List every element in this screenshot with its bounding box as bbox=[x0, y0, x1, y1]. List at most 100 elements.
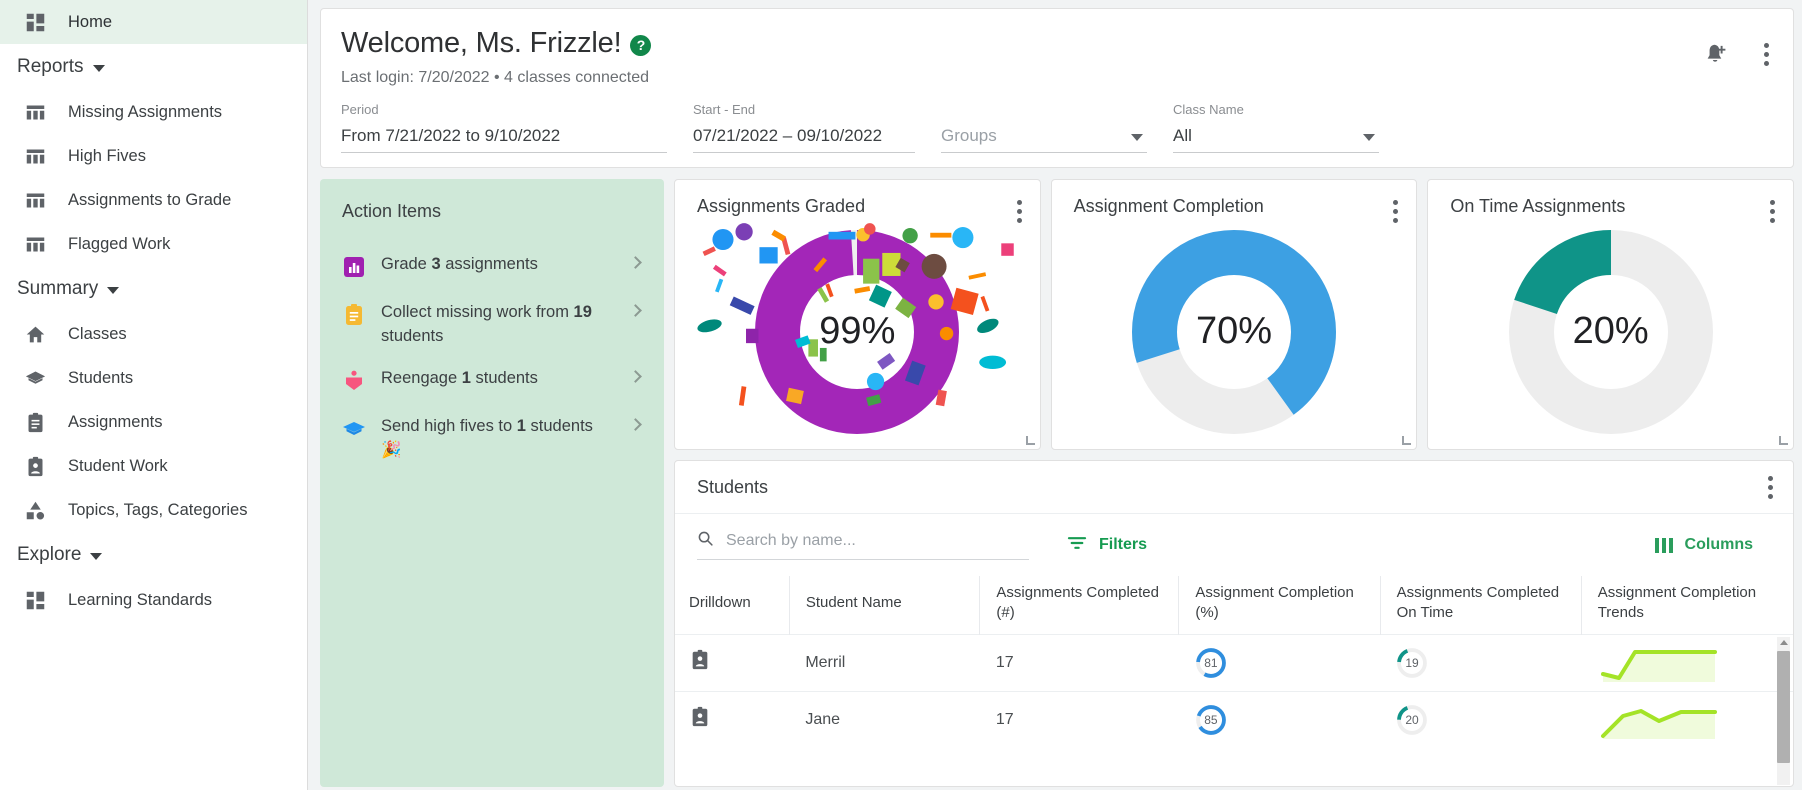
sidebar-item-student-work[interactable]: Student Work bbox=[0, 444, 307, 488]
table-row[interactable]: Jane 17 85 bbox=[675, 691, 1793, 748]
sidebar-item-label: Home bbox=[68, 13, 112, 32]
dashboard-grid-icon bbox=[24, 11, 46, 33]
add-notification-icon[interactable] bbox=[1702, 42, 1728, 68]
mini-donut-completion: 85 bbox=[1195, 704, 1227, 736]
donut-center-value: 70% bbox=[1129, 227, 1339, 437]
sidebar-item-learning-standards[interactable]: Learning Standards bbox=[0, 578, 307, 622]
resize-handle[interactable] bbox=[1779, 436, 1788, 445]
more-options-icon[interactable] bbox=[1015, 198, 1020, 225]
on-time-assignments-card: On Time Assignments 20% bbox=[1427, 179, 1794, 450]
more-options-icon[interactable] bbox=[1768, 198, 1773, 225]
shapes-icon bbox=[24, 499, 46, 521]
search-input[interactable]: Search by name... bbox=[697, 530, 1029, 560]
filters-button[interactable]: Filters bbox=[1067, 535, 1147, 556]
column-header-student-name[interactable]: Student Name bbox=[789, 576, 980, 634]
column-header-assignments-completed[interactable]: Assignments Completed (#) bbox=[980, 576, 1179, 634]
groups-value[interactable]: Groups bbox=[941, 123, 1147, 153]
filters-label: Filters bbox=[1099, 536, 1147, 554]
student-profile-icon[interactable] bbox=[689, 658, 711, 675]
sidebar-group-label: Explore bbox=[17, 544, 81, 566]
help-icon[interactable]: ? bbox=[630, 35, 651, 56]
sidebar-item-label: Assignments to Grade bbox=[68, 191, 231, 210]
welcome-header-card: Welcome, Ms. Frizzle! ? Last login: 7/20… bbox=[320, 8, 1794, 168]
action-item-grade-assignments[interactable]: Grade 3 assignments bbox=[342, 244, 644, 292]
resize-handle[interactable] bbox=[1402, 436, 1411, 445]
sidebar-item-topics-tags-categories[interactable]: Topics, Tags, Categories bbox=[0, 488, 307, 532]
search-placeholder: Search by name... bbox=[726, 532, 856, 550]
drilldown-cell[interactable] bbox=[675, 691, 789, 748]
chevron-down-icon[interactable] bbox=[1131, 134, 1143, 141]
sidebar-item-flagged-work[interactable]: Flagged Work bbox=[0, 222, 307, 266]
action-item-collect-missing-work[interactable]: Collect missing work from 19 students bbox=[342, 292, 644, 358]
sparkline-chart bbox=[1597, 644, 1719, 682]
table-icon bbox=[24, 189, 46, 211]
completed-on-time-cell: 20 bbox=[1380, 691, 1581, 748]
class-name-select[interactable]: Class Name All bbox=[1173, 102, 1405, 153]
table-body: Merril 17 81 bbox=[675, 634, 1793, 748]
dashboard-body: Action Items Grade 3 assignments Collect… bbox=[320, 179, 1794, 787]
period-field[interactable]: Period From 7/21/2022 to 9/10/2022 bbox=[341, 102, 693, 153]
column-header-assignment-completion[interactable]: Assignment Completion (%) bbox=[1179, 576, 1380, 634]
action-items-title: Action Items bbox=[342, 201, 644, 222]
start-end-input[interactable]: 07/21/2022 – 09/10/2022 bbox=[693, 123, 915, 153]
action-item-send-high-fives[interactable]: Send high fives to 1 students 🎉 bbox=[342, 406, 644, 472]
drilldown-cell[interactable] bbox=[675, 634, 789, 691]
sidebar-group-summary[interactable]: Summary bbox=[0, 266, 307, 312]
student-name-cell: Merril bbox=[789, 634, 980, 691]
sidebar-item-high-fives[interactable]: High Fives bbox=[0, 134, 307, 178]
sidebar-item-home[interactable]: Home bbox=[0, 0, 307, 44]
start-end-field[interactable]: Start - End 07/21/2022 – 09/10/2022 bbox=[693, 102, 941, 153]
class-name-value[interactable]: All bbox=[1173, 123, 1379, 153]
completion-trend-cell bbox=[1581, 691, 1793, 748]
columns-label: Columns bbox=[1685, 536, 1753, 554]
table-icon bbox=[24, 233, 46, 255]
student-profile-icon[interactable] bbox=[689, 715, 711, 732]
donut-center-value: 99% bbox=[752, 227, 962, 437]
more-options-icon[interactable] bbox=[1762, 41, 1767, 68]
graduation-cap-icon bbox=[24, 367, 46, 389]
mini-donut-value: 85 bbox=[1195, 704, 1227, 736]
column-header-drilldown[interactable]: Drilldown bbox=[675, 576, 789, 634]
filter-icon bbox=[1067, 535, 1087, 556]
assignments-completed-cell: 17 bbox=[980, 634, 1179, 691]
start-end-label: Start - End bbox=[693, 102, 915, 117]
columns-button[interactable]: Columns bbox=[1655, 536, 1769, 554]
sidebar-group-explore[interactable]: Explore bbox=[0, 532, 307, 578]
more-options-icon[interactable] bbox=[1391, 198, 1396, 225]
assignment-completion-card: Assignment Completion 70% bbox=[1051, 179, 1418, 450]
bar-chart-icon bbox=[342, 255, 366, 281]
resize-handle[interactable] bbox=[1026, 436, 1035, 445]
kpi-donut-row: Assignments Graded 99% bbox=[674, 179, 1794, 450]
sidebar-group-reports[interactable]: Reports bbox=[0, 44, 307, 90]
sidebar-item-assignments-to-grade[interactable]: Assignments to Grade bbox=[0, 178, 307, 222]
more-options-icon[interactable] bbox=[1766, 474, 1771, 501]
sidebar-item-label: Topics, Tags, Categories bbox=[68, 501, 247, 520]
mini-donut-value: 20 bbox=[1396, 704, 1428, 736]
period-input[interactable]: From 7/21/2022 to 9/10/2022 bbox=[341, 123, 667, 153]
last-login-subtitle: Last login: 7/20/2022 • 4 classes connec… bbox=[341, 69, 1769, 87]
table-row[interactable]: Merril 17 81 bbox=[675, 634, 1793, 691]
column-header-completion-trends[interactable]: Assignment Completion Trends bbox=[1581, 576, 1793, 634]
sidebar-item-label: Missing Assignments bbox=[68, 103, 222, 122]
sidebar-item-assignments[interactable]: Assignments bbox=[0, 400, 307, 444]
action-item-reengage-students[interactable]: Reengage 1 students bbox=[342, 358, 644, 406]
page-title: Welcome, Ms. Frizzle! bbox=[341, 27, 621, 60]
groups-select[interactable]: Groups bbox=[941, 117, 1173, 153]
graduation-cap-icon bbox=[342, 417, 366, 443]
scroll-up-icon[interactable] bbox=[1780, 640, 1788, 645]
main-content: Welcome, Ms. Frizzle! ? Last login: 7/20… bbox=[308, 0, 1802, 790]
student-name-cell: Jane bbox=[789, 691, 980, 748]
sidebar-item-classes[interactable]: Classes bbox=[0, 312, 307, 356]
sidebar-item-students[interactable]: Students bbox=[0, 356, 307, 400]
completion-trend-cell bbox=[1581, 634, 1793, 691]
sidebar-group-label: Summary bbox=[17, 278, 98, 300]
action-item-label: Reengage 1 students bbox=[381, 367, 644, 391]
mini-donut-completion: 81 bbox=[1195, 647, 1227, 679]
chevron-down-icon[interactable] bbox=[1363, 134, 1375, 141]
sparkline-chart bbox=[1597, 701, 1719, 739]
column-header-completed-on-time[interactable]: Assignments Completed On Time bbox=[1380, 576, 1581, 634]
sidebar-item-missing-assignments[interactable]: Missing Assignments bbox=[0, 90, 307, 134]
sidebar-item-label: Student Work bbox=[68, 457, 168, 476]
mini-donut-on-time: 20 bbox=[1396, 704, 1428, 736]
table-scrollbar-thumb[interactable] bbox=[1777, 651, 1790, 763]
